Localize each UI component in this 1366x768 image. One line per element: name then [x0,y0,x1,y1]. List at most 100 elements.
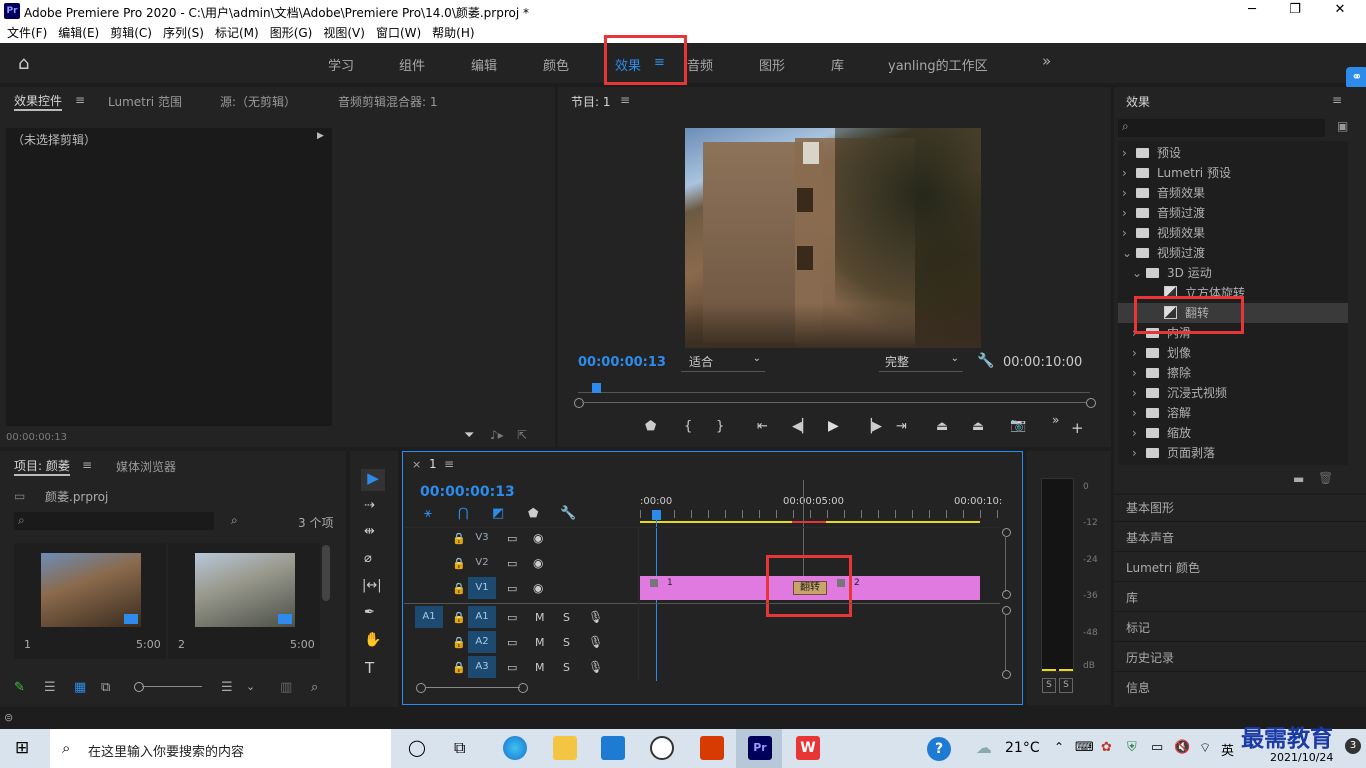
solo-button[interactable]: S [563,611,570,624]
trash-icon[interactable]: 🗑 [1318,471,1333,485]
tab-lumetri-scopes[interactable]: Lumetri 范围 [108,93,182,110]
menu-window[interactable]: 窗口(W) [369,23,425,43]
selection-tool-icon[interactable]: ▶ [361,469,385,491]
v-scrollbar[interactable] [1005,536,1006,592]
effects-search-input[interactable] [1118,119,1325,137]
mute-button[interactable]: M [535,661,545,674]
lock-icon[interactable]: 🔒 [452,636,466,649]
volume-muted-icon[interactable]: 🔇 [1174,740,1190,755]
task-view-icon[interactable]: ⧉ [454,738,465,758]
panel-essential-sound[interactable]: 基本声音 [1126,529,1174,546]
track-label-v3[interactable]: V3 [468,527,496,549]
tab-media-browser[interactable]: 媒体浏览器 [116,458,176,475]
edge-icon[interactable] [503,736,527,760]
h-scroll-handle[interactable] [416,683,426,693]
lock-icon[interactable]: 🔒 [452,611,466,624]
find-icon[interactable]: ⌕ [231,513,238,528]
tree-item-video-transitions[interactable]: ⌄ 视频过渡 [1122,243,1352,263]
cortana-icon[interactable]: ◯ [408,738,426,757]
wifi-icon[interactable]: ⌔ [1199,740,1211,756]
workspace-audio[interactable]: 音频 [687,55,713,74]
chevron-down-icon[interactable]: ⌄ [246,680,255,693]
zoom-slider-handle[interactable] [134,682,144,692]
security-icon[interactable]: ⛨ [1127,740,1137,755]
slip-tool-icon[interactable]: |↔| [362,578,382,593]
tree-item-dissolve[interactable]: › 溶解 [1132,403,1362,423]
step-forward-icon[interactable]: ▕▶ [862,419,882,434]
list-view-icon[interactable]: ☰ [44,680,56,695]
mail-icon[interactable] [601,736,625,760]
ime-indicator[interactable]: 英 [1221,740,1234,759]
freeform-view-icon[interactable]: ⧉ [101,680,110,695]
menu-edit[interactable]: 编辑(E) [51,23,103,43]
zoom-handle-right[interactable] [1086,398,1096,408]
v-scroll-handle[interactable] [1002,590,1011,599]
folder-icon[interactable]: ▬ [1293,472,1304,486]
panel-lumetri-color[interactable]: Lumetri 颜色 [1126,559,1200,576]
program-playhead[interactable] [592,383,601,393]
panel-libraries[interactable]: 库 [1126,589,1138,606]
eye-icon[interactable]: ◉ [533,556,543,570]
input-indicator-icon[interactable]: ⌨ [1075,740,1094,755]
track-label-a3[interactable]: A3 [468,656,496,678]
home-icon[interactable]: ⌂ [18,53,29,74]
restore-icon[interactable]: ❐ [1275,2,1315,17]
nest-icon[interactable]: ⚹ [424,506,432,521]
workspace-assembly[interactable]: 组件 [399,55,425,74]
filter-icon[interactable]: ⏷ [464,428,474,443]
sequence-menu-icon[interactable]: ≡ [444,457,454,471]
find-icon[interactable]: ⌕ [311,680,318,695]
notification-badge[interactable]: 3 [1345,738,1361,754]
h-scroll-handle[interactable] [518,683,528,693]
h-scrollbar[interactable] [425,687,520,688]
v-scroll-handle[interactable] [1002,670,1011,679]
go-to-out-icon[interactable]: ⇥ [896,419,907,434]
more-workspaces-icon[interactable]: » [1042,52,1051,70]
sync-lock-icon[interactable]: ▭ [507,582,517,595]
v-scroll-handle[interactable] [1002,606,1011,615]
wps-icon[interactable]: W [796,736,820,760]
type-tool-icon[interactable]: T [365,659,374,677]
tree-item-wipe[interactable]: › 擦除 [1132,363,1362,383]
close-icon[interactable]: ✕ [1320,2,1360,17]
track-label-v1[interactable]: V1 [468,577,496,599]
program-title[interactable]: 节目: 1 [571,93,611,110]
v-scroll-handle[interactable] [1002,528,1011,537]
workspace-graphics[interactable]: 图形 [759,55,785,74]
add-button-icon[interactable]: + [1071,419,1084,437]
zoom-bar[interactable] [582,402,1086,403]
project-search-input[interactable] [14,512,214,530]
sync-lock-icon[interactable]: ▭ [507,532,517,545]
workspace-editing[interactable]: 编辑 [471,55,497,74]
pen-tool-icon[interactable]: ✒ [364,605,375,620]
tree-item-iris[interactable]: › 划像 [1132,343,1362,363]
eye-icon[interactable]: ◉ [533,531,543,545]
app-icon[interactable] [650,736,674,760]
hand-tool-icon[interactable]: ✋ [364,632,381,648]
panel-essential-graphics[interactable]: 基本图形 [1126,499,1174,516]
lift-icon[interactable]: ⏏ [936,419,948,434]
snap-icon[interactable]: ⋂ [458,506,469,521]
mute-button[interactable]: M [535,611,545,624]
file-explorer-icon[interactable] [553,736,577,760]
mute-button[interactable]: M [535,636,545,649]
expand-icon[interactable]: ▶ [317,131,324,141]
zoom-slider[interactable] [142,686,202,687]
mark-in-icon[interactable]: { [684,419,692,434]
menu-sequence[interactable]: 序列(S) [156,23,208,43]
tab-source[interactable]: 源:（无剪辑） [220,93,296,110]
new-bin-icon[interactable]: ▣ [1337,119,1348,133]
track-label-a1[interactable]: A1 [468,606,496,628]
play-audio-icon[interactable]: ♪▸ [490,428,504,442]
v-scrollbar[interactable] [1005,614,1006,670]
battery-icon[interactable]: ▭ [1151,740,1163,755]
help-icon[interactable]: ? [927,737,951,761]
solo-button[interactable]: S [563,661,570,674]
solo-button[interactable]: S [563,636,570,649]
tray-app-icon[interactable]: ✿ [1101,740,1112,755]
ripple-edit-tool-icon[interactable]: ⇹ [364,524,375,539]
minimize-icon[interactable]: ─ [1232,2,1272,17]
mark-out-icon[interactable]: } [716,419,724,434]
menu-marker[interactable]: 标记(M) [208,23,263,43]
lock-icon[interactable]: 🔒 [452,582,466,595]
